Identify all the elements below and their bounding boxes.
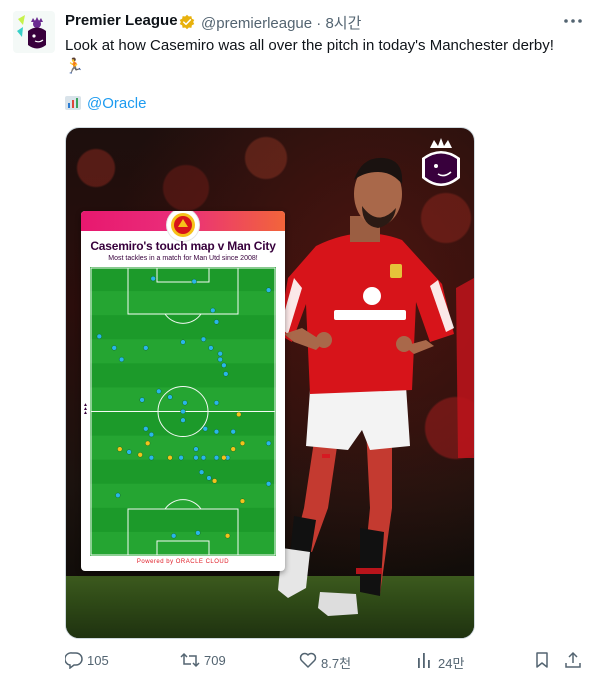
touch-point xyxy=(230,429,236,435)
reply-icon xyxy=(65,652,83,669)
touch-point xyxy=(195,530,201,536)
tackle-point xyxy=(239,440,246,446)
bar-chart-emoji-icon xyxy=(65,96,81,110)
more-options-icon[interactable] xyxy=(562,12,584,30)
view-count: 24만 xyxy=(438,656,465,671)
pitch-stripe xyxy=(90,531,276,556)
touch-point xyxy=(266,440,272,446)
tackle-point xyxy=(167,455,173,461)
pitch-stripe xyxy=(90,387,276,412)
touch-point xyxy=(96,333,102,340)
touch-point xyxy=(193,446,199,452)
tackle-point xyxy=(137,452,143,458)
man-utd-crest-icon xyxy=(167,211,199,241)
touch-point xyxy=(119,356,125,363)
football-pitch xyxy=(90,267,276,556)
touch-point xyxy=(266,287,272,293)
touch-point xyxy=(171,533,177,539)
touch-point xyxy=(213,455,220,461)
touch-point xyxy=(111,345,117,351)
reply-count: 105 xyxy=(87,653,109,668)
touch-point xyxy=(198,469,205,475)
tweet-text: Look at how Casemiro was all over the pi… xyxy=(65,37,554,54)
touch-point xyxy=(139,397,145,403)
tackle-point xyxy=(225,533,231,539)
touch-map-title: Casemiro's touch map v Man City xyxy=(90,239,276,253)
views-bar-icon xyxy=(418,653,430,668)
touch-point xyxy=(210,307,216,314)
touch-map-card: Casemiro's touch map v Man City Most tac… xyxy=(81,211,285,571)
touch-point xyxy=(213,400,220,406)
touch-point xyxy=(208,345,214,351)
tackle-point xyxy=(117,446,123,452)
bookmark-icon xyxy=(536,652,548,668)
touch-point xyxy=(180,339,186,345)
mention-row[interactable]: @Oracle xyxy=(65,95,146,112)
share-icon xyxy=(565,651,581,668)
touch-point xyxy=(213,319,220,325)
touch-point xyxy=(191,278,197,285)
touch-point xyxy=(178,455,184,461)
touch-map-subtitle: Most tackles in a match for Man Utd sinc… xyxy=(108,255,258,262)
tackle-point xyxy=(230,446,236,452)
touch-point xyxy=(221,362,227,368)
tackle-point xyxy=(221,455,227,461)
touch-point xyxy=(206,475,212,481)
touch-point xyxy=(193,455,199,461)
handle-and-time[interactable]: @premierleague · 8시간 xyxy=(201,12,361,33)
touch-point xyxy=(180,417,186,423)
direction-arrow-icon: ▲ ▲ ▲ xyxy=(83,402,88,416)
pitch-stripe xyxy=(90,291,276,316)
touch-point xyxy=(200,455,207,461)
touch-point xyxy=(150,276,156,282)
touch-point xyxy=(202,426,208,432)
heart-icon xyxy=(299,652,317,668)
tackle-point xyxy=(211,478,218,484)
touch-point xyxy=(217,351,223,357)
tackle-point xyxy=(239,498,246,504)
touch-point xyxy=(182,400,188,406)
touch-point xyxy=(148,455,155,461)
premier-league-lion-icon xyxy=(13,11,55,53)
touch-point xyxy=(223,371,229,377)
touch-point xyxy=(148,432,155,438)
tackle-point xyxy=(236,411,242,418)
touch-point xyxy=(266,481,272,487)
premier-league-badge-icon xyxy=(422,138,460,186)
oracle-mention-link[interactable]: @Oracle xyxy=(87,95,146,112)
touch-point xyxy=(126,449,132,455)
touch-point xyxy=(217,356,223,363)
retweet-icon xyxy=(180,652,200,668)
tweet-media-image[interactable]: Casemiro's touch map v Man City Most tac… xyxy=(65,127,475,639)
touch-point xyxy=(115,492,121,498)
touch-point xyxy=(180,408,186,415)
touch-point xyxy=(156,388,162,394)
avatar[interactable] xyxy=(13,11,55,53)
powered-by-oracle: Powered by ORACLE CLOUD xyxy=(136,559,230,565)
touch-point xyxy=(143,426,149,432)
running-emoji: 🏃 xyxy=(65,58,84,75)
verified-badge-icon[interactable] xyxy=(179,14,195,30)
retweet-count: 709 xyxy=(204,653,226,668)
touch-point xyxy=(213,429,220,435)
display-name[interactable]: Premier League xyxy=(65,12,178,29)
like-count: 8.7천 xyxy=(321,656,352,671)
touch-point xyxy=(143,345,149,351)
tackle-point xyxy=(145,440,151,446)
touch-point xyxy=(200,336,207,342)
touch-point xyxy=(167,394,173,400)
